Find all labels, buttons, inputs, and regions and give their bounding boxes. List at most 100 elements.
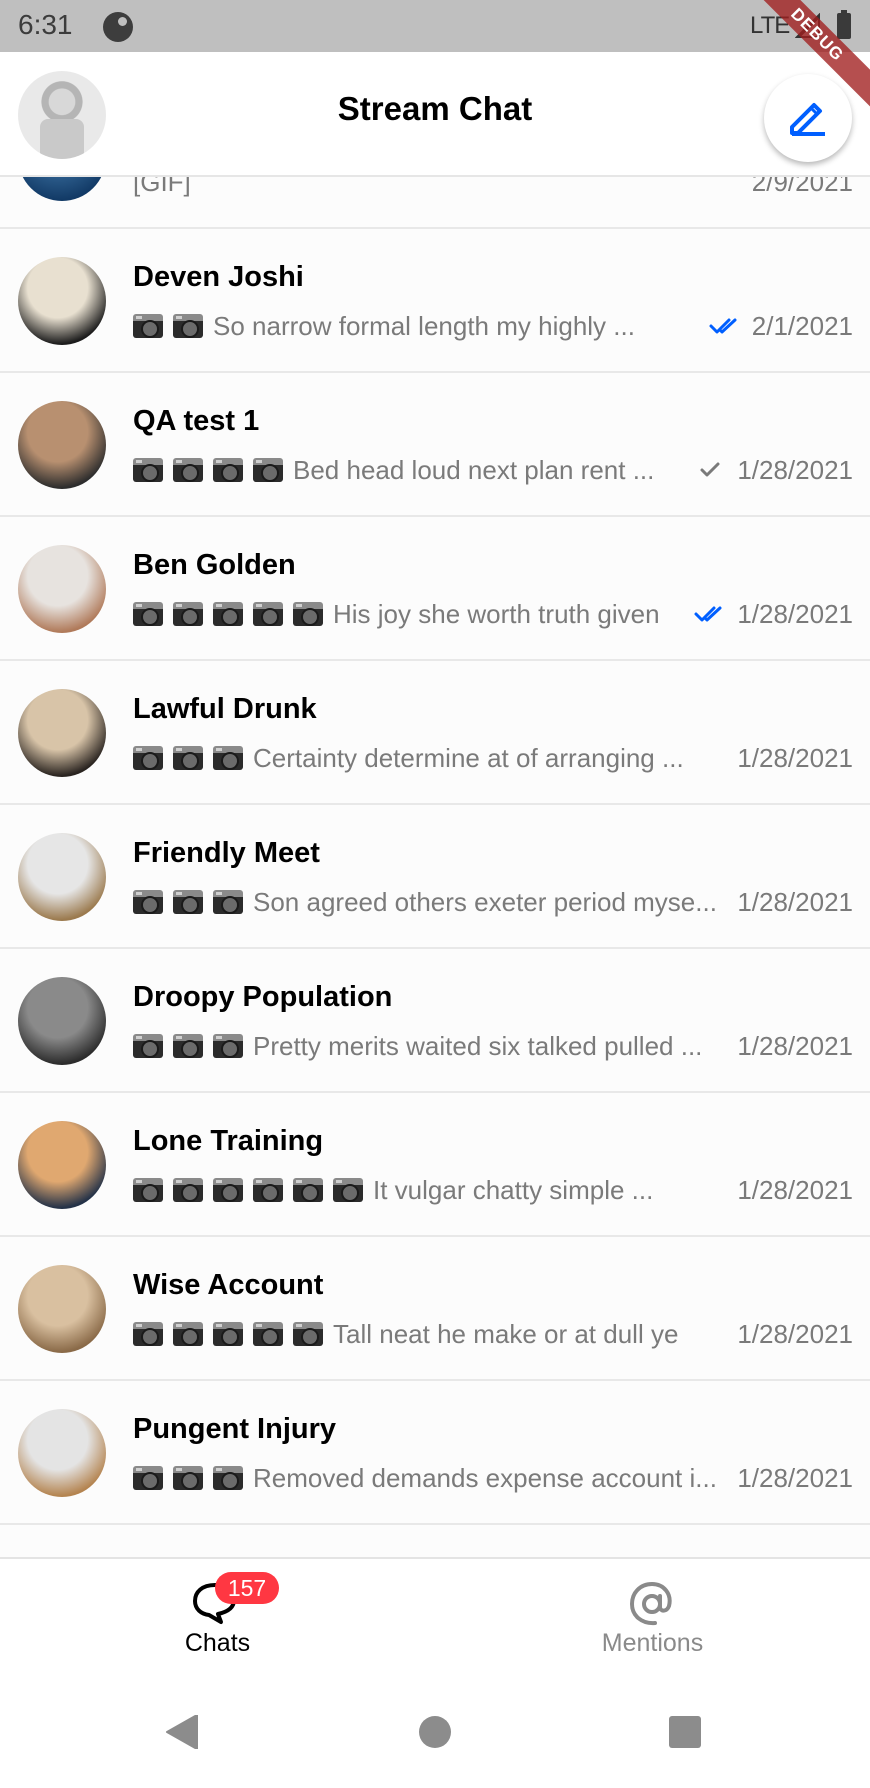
channel-avatar <box>18 401 106 489</box>
at-sign-icon <box>629 1581 672 1626</box>
channel-date: 1/28/2021 <box>737 742 853 773</box>
channel-name: Deven Joshi <box>133 261 304 293</box>
channel-date: 1/28/2021 <box>737 1318 853 1349</box>
channel-subtitle: Certainty determine at of arranging ... 1… <box>133 741 853 775</box>
channel-date: 1/28/2021 <box>737 1030 853 1061</box>
channel-name: Wise Account <box>133 1269 324 1301</box>
camera-icon <box>253 602 283 626</box>
pencil-icon <box>790 103 825 136</box>
channel-subtitle: So narrow formal length my highly ... 2/1… <box>133 309 853 343</box>
camera-icon <box>213 602 243 626</box>
preview-text: Pretty merits waited six talked pulled .… <box>253 1030 703 1061</box>
camera-icon <box>213 1322 243 1346</box>
camera-icon <box>213 1466 243 1490</box>
channel-meta: 1/28/2021 <box>737 1031 853 1062</box>
channel-subtitle: It vulgar chatty simple ... 1/28/2021 <box>133 1173 853 1207</box>
camera-icon <box>213 1178 243 1202</box>
camera-icon <box>133 1178 163 1202</box>
system-nav-bar <box>0 1675 870 1788</box>
channel-avatar <box>18 1121 106 1209</box>
message-preview: It vulgar chatty simple ... <box>133 1175 729 1206</box>
channel-date: 1/28/2021 <box>737 886 853 917</box>
channel-list[interactable]: Required Story[GIF]2/9/2021Deven JoshiSo… <box>0 116 870 1556</box>
channel-avatar <box>18 689 106 777</box>
preview-text: It vulgar chatty simple ... <box>373 1174 654 1205</box>
channel-row[interactable]: Lawful Drunk Certainty determine at of ar… <box>0 661 870 805</box>
new-chat-button[interactable] <box>764 74 852 162</box>
preview-text: Certainty determine at of arranging ... <box>253 742 684 773</box>
channel-meta: 1/28/2021 <box>737 743 853 774</box>
channel-name: Droopy Population <box>133 981 393 1013</box>
channel-date: 1/28/2021 <box>737 454 853 485</box>
channel-subtitle: Son agreed others exeter period myse... 1… <box>133 885 853 919</box>
tab-label: Mentions <box>601 1629 704 1657</box>
channel-name: Lone Training <box>133 1125 324 1157</box>
channel-subtitle: Bed head loud next plan rent ... 1/28/202… <box>133 453 853 487</box>
camera-icon <box>213 458 243 482</box>
app-notification-icon <box>103 12 133 42</box>
channel-row[interactable]: Pungent Injury Removed demands expense ac… <box>0 1381 870 1525</box>
recents-icon[interactable] <box>668 1715 702 1749</box>
channel-row[interactable]: Friendly Meet Son agreed others exeter pe… <box>0 805 870 949</box>
unread-badge: 157 <box>215 1572 279 1604</box>
camera-icon <box>133 1322 163 1346</box>
channel-meta: 1/28/2021 <box>693 599 853 630</box>
channel-row[interactable]: QA test 1 Bed head loud next plan rent ..… <box>0 373 870 517</box>
double-check-icon <box>694 606 722 622</box>
camera-icon <box>173 1034 203 1058</box>
camera-icon <box>253 1322 283 1346</box>
channel-row[interactable]: Droopy Population Pretty merits waited si… <box>0 949 870 1093</box>
camera-icon <box>293 602 323 626</box>
channel-name: Ben Golden <box>133 549 296 581</box>
bottom-nav: 157 Chats Mentions <box>0 1557 870 1675</box>
channel-row[interactable]: Wise Account Tall neat he make or at dull… <box>0 1237 870 1381</box>
channel-date: 1/28/2021 <box>737 1462 853 1493</box>
message-preview: Tall neat he make or at dull ye <box>133 1319 729 1350</box>
receipt-mark <box>709 318 737 334</box>
message-preview: So narrow formal length my highly ... <box>133 311 700 342</box>
channel-name: Pungent Injury <box>133 1413 336 1445</box>
camera-icon <box>173 458 203 482</box>
message-preview: Son agreed others exeter period myse... <box>133 887 729 918</box>
camera-icon <box>213 890 243 914</box>
channel-row[interactable]: Deven Joshi So narrow formal length my hi… <box>0 229 870 373</box>
camera-icon <box>173 746 203 770</box>
channel-date: 1/28/2021 <box>737 598 853 629</box>
app-bar: Stream Chat <box>0 52 870 177</box>
channel-name: QA test 1 <box>133 405 260 437</box>
channel-avatar <box>18 833 106 921</box>
channel-avatar <box>18 545 106 633</box>
channel-meta: 1/28/2021 <box>737 1175 853 1206</box>
channel-avatar <box>18 977 106 1065</box>
camera-icon <box>213 746 243 770</box>
message-preview: Pretty merits waited six talked pulled .… <box>133 1031 729 1062</box>
camera-icon <box>333 1178 363 1202</box>
channel-avatar <box>18 1265 106 1353</box>
channel-date: 1/28/2021 <box>737 1174 853 1205</box>
camera-icon <box>133 602 163 626</box>
camera-icon <box>133 890 163 914</box>
home-icon[interactable] <box>418 1715 452 1749</box>
tab-mentions[interactable]: Mentions <box>435 1559 870 1677</box>
channel-name: Lawful Drunk <box>133 693 317 725</box>
channel-subtitle: Removed demands expense account i... 1/28… <box>133 1461 853 1495</box>
camera-icon <box>173 890 203 914</box>
channel-meta: 2/1/2021 <box>708 311 853 342</box>
channel-avatar <box>18 1409 106 1497</box>
channel-row[interactable]: Ben Golden His joy she worth truth given 1… <box>0 517 870 661</box>
tab-chats[interactable]: 157 Chats <box>0 1559 435 1677</box>
back-icon[interactable] <box>165 1715 199 1749</box>
channel-row[interactable]: Lone Training It vulgar chatty simple ...… <box>0 1093 870 1237</box>
status-time: 6:31 <box>18 9 73 40</box>
status-bar: 6:31 LTE <box>0 0 870 52</box>
camera-icon <box>133 746 163 770</box>
channel-avatar <box>18 257 106 345</box>
camera-icon <box>253 1178 283 1202</box>
camera-icon <box>173 602 203 626</box>
channel-subtitle: His joy she worth truth given 1/28/2021 <box>133 597 853 631</box>
channel-name: Friendly Meet <box>133 837 320 869</box>
channel-meta: 1/28/2021 <box>737 887 853 918</box>
message-preview: His joy she worth truth given <box>133 599 685 630</box>
channel-subtitle: Tall neat he make or at dull ye 1/28/2021 <box>133 1317 853 1351</box>
message-preview: Certainty determine at of arranging ... <box>133 743 729 774</box>
